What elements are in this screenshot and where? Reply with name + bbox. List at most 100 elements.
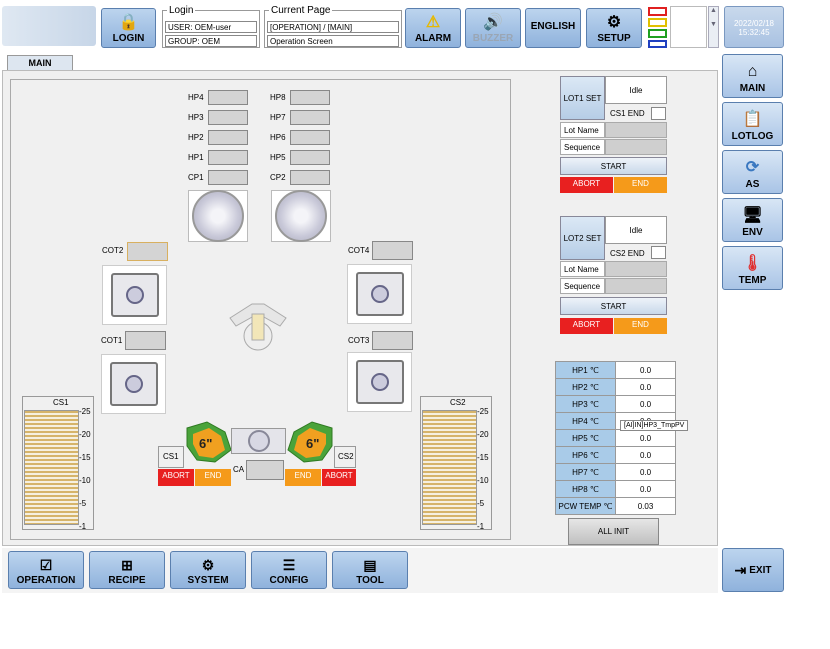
setup-button[interactable]: ⚙ SETUP [586,8,642,48]
cot3-unit[interactable] [347,352,412,412]
lot1-name-value [605,122,667,138]
temperature-row: HP6 ℃ 0.0 [555,446,676,464]
bottom-recipe-button[interactable]: ⊞ RECIPE [89,551,165,589]
cs2-end-button[interactable]: END [285,469,321,486]
tab-main[interactable]: MAIN [7,55,73,70]
gauge-tick-label: -10 [79,476,91,485]
cot2-unit[interactable] [102,265,167,325]
message-scrollbar[interactable]: ▲ ▼ [708,6,719,48]
lot2-sequence-value [605,278,667,294]
hp_right-slot[interactable]: HP8 [270,90,330,105]
hp_right-slot[interactable]: CP2 [270,170,330,185]
cot4-unit[interactable] [347,264,412,324]
side-main-button[interactable]: ⌂ MAIN [722,54,783,98]
hp_left-slot-status [208,90,248,105]
lot2-end-checkbox[interactable] [651,246,666,259]
ca-status-box [246,460,284,480]
signal-lamp-blue [648,40,667,48]
hp_left-slot[interactable]: HP3 [188,110,248,125]
lot1-start-button[interactable]: START [560,157,667,175]
hp_left-slot[interactable]: HP1 [188,150,248,165]
bottom-tool-button[interactable]: ▤ TOOL [332,551,408,589]
lot1-end-checkbox[interactable] [651,107,666,120]
cs1-loader[interactable]: 6" [185,420,233,464]
cot4-status-box [372,241,413,260]
side-lotlog-button[interactable]: 📋 LOTLOG [722,102,783,146]
hp_left-slot[interactable]: CP1 [188,170,248,185]
hierarchy-icon: ⊞ [121,557,133,573]
temperature-row: HP3 ℃ 0.0 [555,395,676,413]
lot2-sequence-label: Sequence [560,278,605,294]
cot1-label: COT1 [101,336,123,345]
bottom-config-button[interactable]: ☰ CONFIG [251,551,327,589]
exit-button[interactable]: ⇥ EXIT [722,548,784,592]
login-legend: Login [167,5,196,16]
hp_left-slot[interactable]: HP4 [188,90,248,105]
page-name-field: Operation Screen [267,35,399,47]
cs1-abort-button[interactable]: ABORT [158,469,194,486]
transfer-robot [222,296,294,354]
cs2-loader[interactable]: 6" [286,420,334,464]
alarm-button[interactable]: ⚠ ALARM [405,8,461,48]
hp_right-slot-label: CP2 [270,173,286,182]
cs2-gauge-bar [422,410,477,525]
login-button[interactable]: 🔒 LOGIN [101,8,156,48]
bottom-operation-button[interactable]: ☑ OPERATION [8,551,84,589]
wafer-disc [275,190,327,242]
temperature-value: 0.0 [615,361,676,379]
wafer-stage-right [271,190,331,242]
cot3-label: COT3 [348,336,370,345]
hp_right-slot[interactable]: HP7 [270,110,330,125]
temperature-value: 0.0 [615,378,676,396]
lot2-end-button[interactable]: END [614,318,667,334]
checklist-icon: ☑ [39,557,53,573]
hp_right-slot[interactable]: HP5 [270,150,330,165]
hp_left-slot-status [208,150,248,165]
temperature-label: HP4 ℃ [555,412,616,430]
cs2-size-text: 6" [306,436,320,451]
side-temp-button[interactable]: 🌡 TEMP [722,246,783,290]
lot2-start-button[interactable]: START [560,297,667,315]
cot1-status-box [125,331,166,350]
hp_left-slot-label: CP1 [188,173,204,182]
message-area [670,6,707,48]
english-button[interactable]: ENGLISH [525,8,581,48]
time-text: 15:32:45 [738,28,770,37]
buzzer-button[interactable]: 🔊 BUZZER [465,8,521,48]
cs2-label-box [334,446,356,468]
warning-icon: ⚠ [425,14,441,31]
lot1-abort-button[interactable]: ABORT [560,177,613,193]
cs2-abort-button[interactable]: ABORT [322,469,356,486]
lot2-abort-button[interactable]: ABORT [560,318,613,334]
hp_right-slot-status [290,90,330,105]
user-field: USER: OEM-user [165,21,257,33]
hp_left-slot-label: HP2 [188,133,204,142]
all-init-button[interactable]: ALL INIT [568,518,659,545]
hp_left-slot[interactable]: HP2 [188,130,248,145]
side-env-button[interactable]: 🖥 ENV [722,198,783,242]
temperature-row: HP7 ℃ 0.0 [555,463,676,481]
gear-icon: ⚙ [606,14,622,31]
side-as-button[interactable]: ⟳ AS [722,150,783,194]
lot1-end-button[interactable]: END [614,177,667,193]
lot2-set-button[interactable]: LOT2 SET [560,216,605,260]
hp_right-slot[interactable]: HP6 [270,130,330,145]
lot2-name-label: Lot Name [560,261,605,277]
gauge-tick-label: -25 [477,407,489,416]
clipboard-icon: 📋 [742,111,763,128]
signal-lamp-green [648,29,667,38]
gauge-tick-label: -5 [477,499,485,508]
temperature-value: 0.0 [615,395,676,413]
lot1-end-label: CS1 END [610,109,645,118]
hp_right-slot-label: HP6 [270,133,286,142]
ca-wafer [247,430,270,452]
hp_left-slot-status [208,110,248,125]
temperature-value: 0.0 [615,429,676,447]
bottom-system-button[interactable]: ⚙ SYSTEM [170,551,246,589]
lot1-sequence-value [605,139,667,155]
wafer-disc [192,190,244,242]
cot1-unit[interactable] [101,354,166,414]
cs1-end-button[interactable]: END [195,469,231,486]
toolbox-icon: ▤ [363,557,377,573]
lot1-set-button[interactable]: LOT1 SET [560,76,605,120]
